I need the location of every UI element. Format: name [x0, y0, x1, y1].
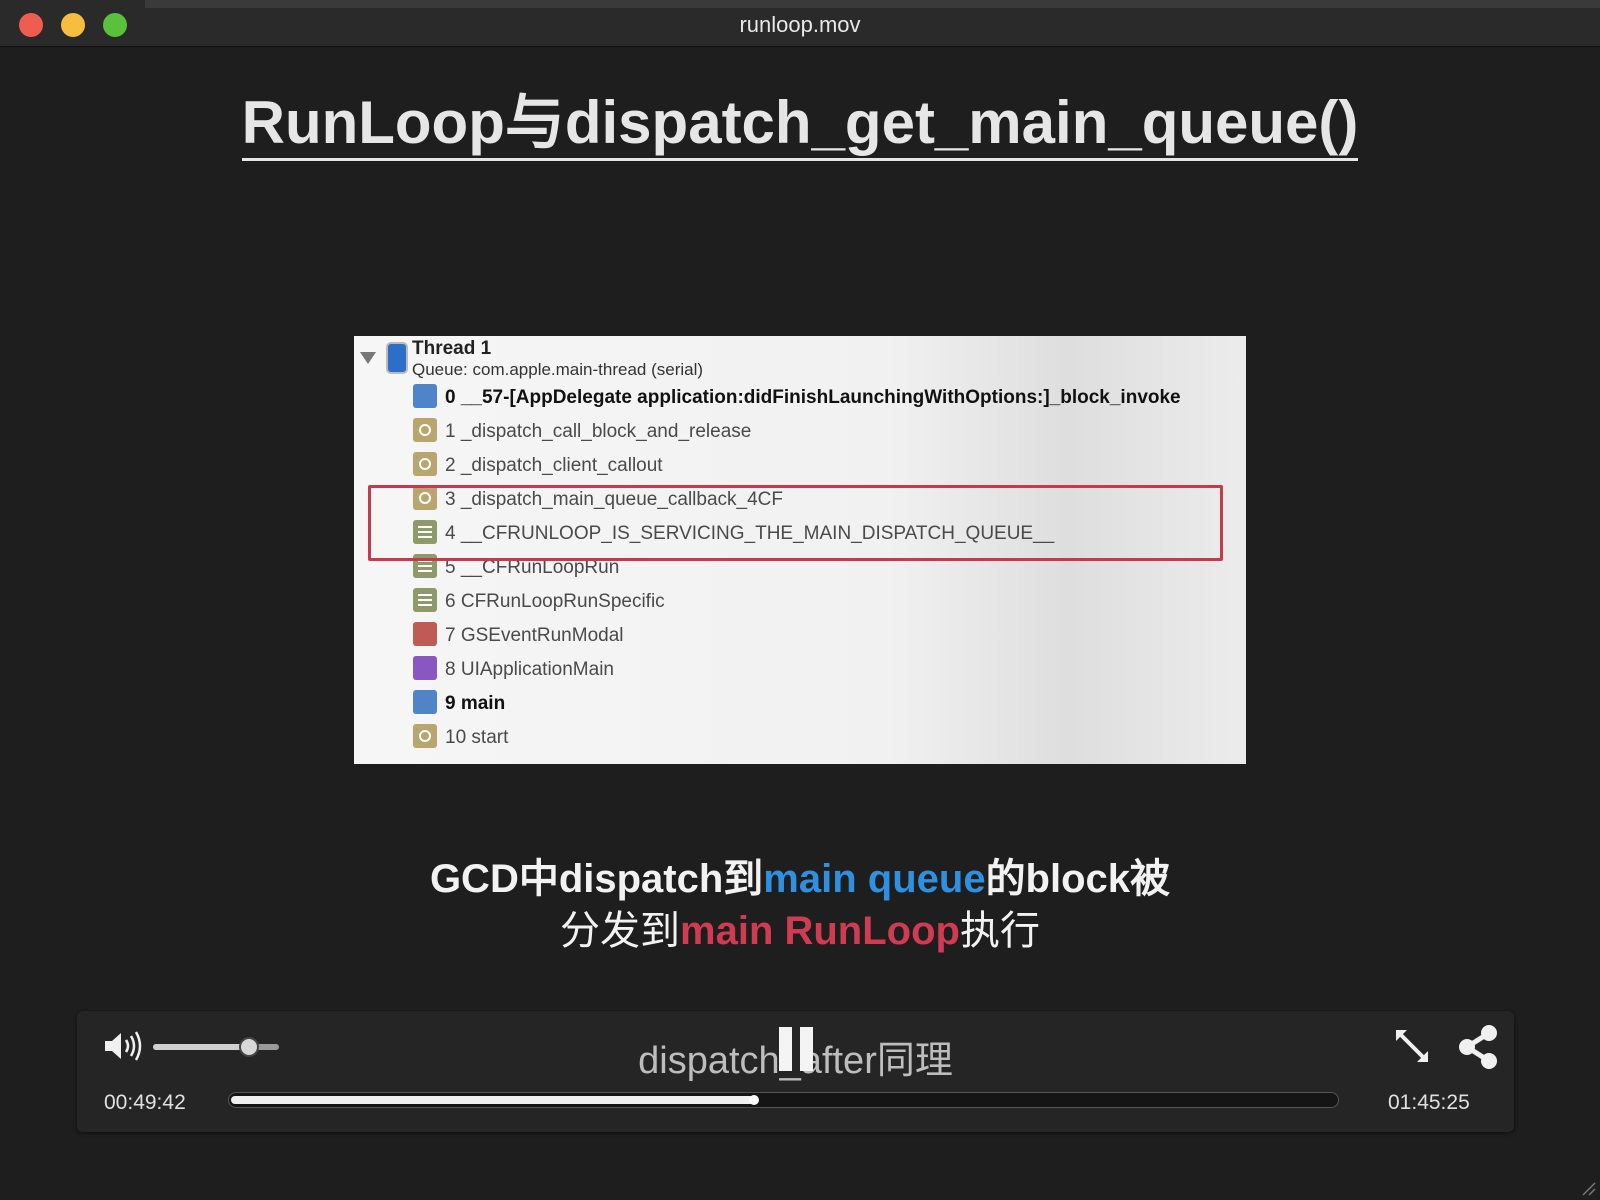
stack-frame-label: 8 UIApplicationMain — [445, 659, 614, 681]
highlight-box — [368, 485, 1223, 561]
current-time: 00:49:42 — [104, 1091, 186, 1114]
user-code-icon — [413, 690, 437, 714]
stack-frame-label: 6 CFRunLoopRunSpecific — [445, 591, 665, 613]
stack-frame-label: 0 __57-[AppDelegate application:didFinis… — [445, 387, 1181, 409]
stack-frame-label: 7 GSEventRunModal — [445, 625, 624, 647]
library-gear-icon — [413, 418, 437, 442]
disclosure-triangle-icon — [360, 352, 376, 364]
window-titlebar: runloop.mov — [0, 0, 1600, 47]
stack-frame-label: 1 _dispatch_call_block_and_release — [445, 421, 752, 443]
total-time: 01:45:25 — [1388, 1091, 1470, 1114]
stack-frame-row[interactable]: 10 start — [413, 724, 509, 756]
slide-title: RunLoop与dispatch_get_main_queue() — [0, 74, 1600, 161]
titlebar-stripe — [145, 0, 1600, 8]
caption-2-part-a: 分发到 — [560, 909, 681, 953]
stack-frame-row[interactable]: 2 _dispatch_client_callout — [413, 452, 663, 484]
library-gear-icon — [413, 452, 437, 476]
caption-1-part-a: GCD中dispatch到 — [429, 857, 764, 901]
slide-title-text: RunLoop与dispatch_get_main_queue() — [241, 89, 1359, 161]
call-stack-panel: Thread 1 Queue: com.apple.main-thread (s… — [354, 336, 1246, 764]
progress-bar[interactable] — [228, 1092, 1339, 1108]
progress-fill — [231, 1096, 755, 1104]
user-code-icon — [413, 384, 437, 408]
stack-frame-row[interactable]: 1 _dispatch_call_block_and_release — [413, 418, 752, 450]
playhead-knob[interactable] — [749, 1095, 760, 1105]
stack-frame-row[interactable]: 8 UIApplicationMain — [413, 656, 614, 688]
caption-1-part-b: main queue — [763, 857, 986, 901]
player-controls: dispatch_after同理 00:49:42 01:45:25 — [77, 1011, 1514, 1132]
thread-spool-icon — [386, 342, 408, 374]
fullscreen-icon[interactable] — [1393, 1027, 1431, 1065]
stack-frame-row[interactable]: 7 GSEventRunModal — [413, 622, 624, 654]
pause-bar-left — [779, 1027, 792, 1071]
stack-frame-row[interactable]: 0 __57-[AppDelegate application:didFinis… — [413, 384, 1181, 416]
stack-frame-label: 9 main — [445, 693, 506, 715]
caption-line-1: GCD中dispatch到main queue的block被 — [0, 846, 1600, 904]
uikit-icon — [413, 656, 437, 680]
corefoundation-icon — [413, 588, 437, 612]
pause-bar-right — [800, 1027, 813, 1071]
caption-2-part-c: 执行 — [959, 909, 1040, 953]
stack-frame-row[interactable]: 9 main — [413, 690, 506, 722]
window-title: runloop.mov — [739, 12, 861, 37]
library-gear-icon — [413, 724, 437, 748]
pause-button[interactable] — [779, 1027, 815, 1071]
graphics-services-icon — [413, 622, 437, 646]
thread-title: Thread 1 — [412, 338, 492, 359]
resize-grip-icon[interactable] — [1578, 1178, 1596, 1196]
stack-frame-label: 10 start — [445, 727, 509, 749]
caption-2-part-b: main RunLoop — [680, 909, 960, 953]
caption-line-2: 分发到main RunLoop执行 — [0, 898, 1600, 956]
caption-1-part-c: 的block被 — [985, 857, 1171, 901]
thread-queue-label: Queue: com.apple.main-thread (serial) — [412, 360, 704, 379]
stack-frame-row[interactable]: 6 CFRunLoopRunSpecific — [413, 588, 665, 620]
share-icon[interactable] — [1455, 1024, 1501, 1070]
stack-frame-label: 2 _dispatch_client_callout — [445, 455, 663, 477]
